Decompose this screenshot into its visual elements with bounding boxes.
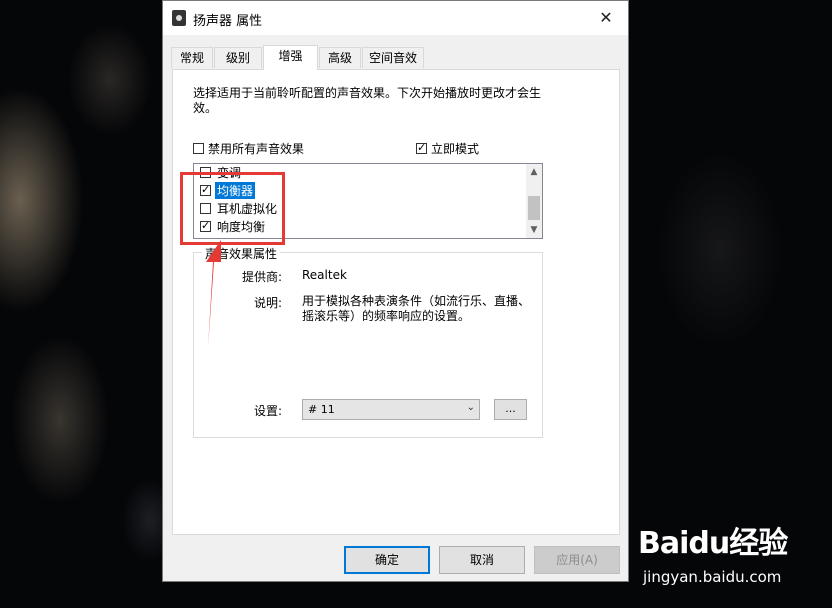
- watermark-url: jingyan.baidu.com: [643, 568, 782, 586]
- arrow-shape: [206, 240, 221, 348]
- tab-enhancements[interactable]: 增强: [263, 45, 318, 70]
- baidu-logo-text: Baidu经验: [638, 526, 788, 561]
- annotation-arrow: [206, 240, 221, 348]
- baidu-watermark: Baidu经验 jingyan.baidu.com: [638, 518, 828, 606]
